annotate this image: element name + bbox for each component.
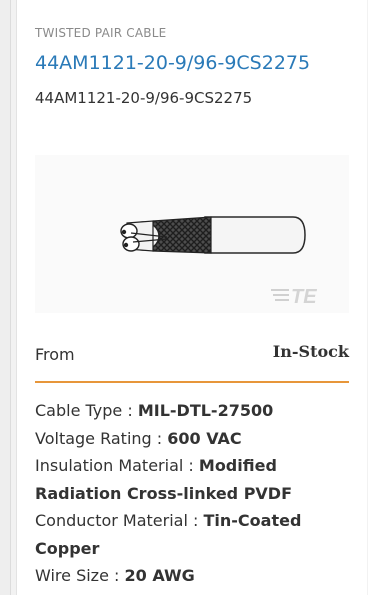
product-category: TWISTED PAIR CABLE: [35, 26, 167, 40]
spec-label: Insulation Material :: [35, 456, 194, 475]
stock-status: In-Stock: [272, 342, 349, 361]
product-image[interactable]: TE: [35, 155, 349, 313]
spec-row-voltage-rating: Voltage Rating : 600 VAC: [35, 425, 355, 453]
spec-value: 20 AWG: [124, 566, 195, 585]
spec-row-cable-type: Cable Type : MIL-DTL-27500: [35, 397, 355, 425]
spec-label: Voltage Rating :: [35, 428, 163, 448]
spec-row-conductor-material: Conductor Material : Tin-Coated Copper: [35, 507, 355, 562]
page: TWISTED PAIR CABLE 44AM1121-20-9/96-9CS2…: [0, 0, 368, 595]
spec-label: Conductor Material :: [35, 511, 199, 530]
product-title-link[interactable]: 44AM1121-20-9/96-9CS2275: [35, 52, 310, 74]
product-part-number: 44AM1121-20-9/96-9CS2275: [35, 89, 253, 107]
product-card[interactable]: TWISTED PAIR CABLE 44AM1121-20-9/96-9CS2…: [16, 0, 367, 595]
spec-row-insulation-material: Insulation Material : Modified Radiation…: [35, 452, 355, 507]
spec-row-wire-size: Wire Size : 20 AWG: [35, 562, 355, 590]
adjacent-card-edge: [0, 0, 11, 595]
spec-value: 600 VAC: [167, 428, 242, 448]
divider: [35, 381, 349, 383]
spec-value: MIL-DTL-27500: [137, 401, 274, 420]
price-from-label: From: [35, 345, 75, 364]
spec-label: Wire Size :: [35, 566, 120, 585]
spec-list: Cable Type : MIL-DTL-27500 Voltage Ratin…: [35, 397, 355, 590]
spec-label: Cable Type :: [35, 401, 133, 420]
image-watermark: TE: [291, 286, 317, 308]
te-logo-icon: [271, 289, 289, 301]
